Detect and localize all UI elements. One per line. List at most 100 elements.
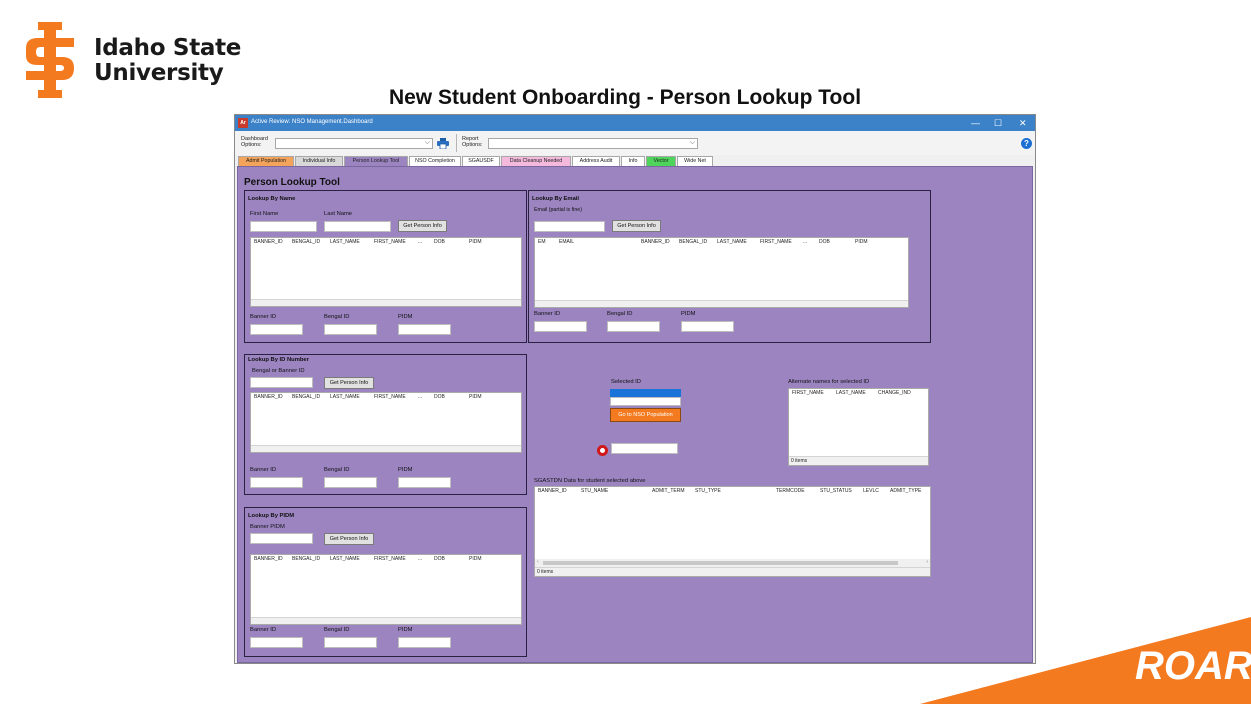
window-title: Active Review: NSO Management.Dashboard bbox=[251, 119, 373, 125]
report-options-select[interactable]: ⌵ bbox=[488, 138, 698, 149]
close-button[interactable]: ✕ bbox=[1019, 117, 1027, 129]
banner-id-label: Banner ID bbox=[250, 627, 277, 633]
help-icon[interactable]: ? bbox=[1021, 138, 1032, 149]
column-header: BENGAL_ID bbox=[292, 556, 321, 562]
tab-wide-net[interactable]: Wide Net bbox=[677, 156, 713, 166]
pidm-label: PIDM bbox=[681, 311, 696, 317]
toolbar-divider bbox=[456, 134, 457, 152]
name-results-grid[interactable]: BANNER_ID BENGAL_ID LAST_NAME FIRST_NAME… bbox=[250, 237, 522, 307]
column-header: LAST_NAME bbox=[836, 390, 866, 396]
grid-header: BANNER_ID STU_NAME ADMIT_TERM STU_TYPE T… bbox=[535, 487, 930, 495]
column-header: DOB bbox=[819, 239, 830, 245]
panel-title: Lookup By Email bbox=[532, 196, 580, 202]
tab-admit-population[interactable]: Admit Population bbox=[238, 156, 294, 166]
pidm-label: PIDM bbox=[398, 467, 413, 473]
first-name-label: First Name bbox=[250, 211, 279, 217]
pidm-input[interactable] bbox=[250, 533, 313, 544]
tab-address-audit[interactable]: Address Audit bbox=[572, 156, 620, 166]
column-header: PIDM bbox=[469, 394, 482, 400]
column-header: ADMIT_TYPE bbox=[890, 488, 922, 494]
get-person-info-button[interactable]: Get Person Info bbox=[324, 533, 374, 545]
grid-header: BANNER_ID BENGAL_ID LAST_NAME FIRST_NAME… bbox=[251, 555, 521, 563]
printer-icon[interactable] bbox=[437, 138, 449, 149]
column-header: FIRST_NAME bbox=[374, 239, 406, 245]
horizontal-scrollbar[interactable]: ‹ › bbox=[535, 559, 930, 567]
tab-info[interactable]: Info bbox=[621, 156, 645, 166]
isu-logo: Idaho State University bbox=[24, 22, 254, 98]
email-results-grid[interactable]: EM EMAIL BANNER_ID BENGAL_ID LAST_NAME F… bbox=[534, 237, 909, 308]
report-options-label: Report Options: bbox=[462, 136, 483, 148]
tab-nso-completion[interactable]: NSO Completion bbox=[409, 156, 461, 166]
pidm-field[interactable] bbox=[398, 324, 451, 335]
last-name-input[interactable] bbox=[324, 221, 391, 232]
column-header: BANNER_ID bbox=[254, 394, 283, 400]
id-input[interactable] bbox=[250, 377, 313, 388]
get-person-info-button[interactable]: Get Person Info bbox=[612, 220, 661, 232]
tab-individual-info[interactable]: Individual Info bbox=[295, 156, 343, 166]
go-to-nso-population-button[interactable]: Go to NSO Population bbox=[610, 408, 681, 422]
banner-id-field[interactable] bbox=[250, 637, 303, 648]
banner-id-field[interactable] bbox=[250, 324, 303, 335]
tab-vector[interactable]: Vector bbox=[646, 156, 676, 166]
grid-footer bbox=[251, 299, 521, 306]
id-results-grid[interactable]: BANNER_ID BENGAL_ID LAST_NAME FIRST_NAME… bbox=[250, 392, 522, 453]
pidm-results-grid[interactable]: BANNER_ID BENGAL_ID LAST_NAME FIRST_NAME… bbox=[250, 554, 522, 625]
scrollbar-thumb[interactable] bbox=[543, 561, 898, 565]
bengal-id-field[interactable] bbox=[324, 324, 377, 335]
pidm-field[interactable] bbox=[398, 637, 451, 648]
selected-id-label: Selected ID bbox=[611, 379, 641, 385]
bengal-id-field[interactable] bbox=[324, 637, 377, 648]
last-name-label: Last Name bbox=[324, 211, 353, 217]
first-name-input[interactable] bbox=[250, 221, 317, 232]
minimize-button[interactable]: — bbox=[971, 117, 980, 129]
column-header: BENGAL_ID bbox=[292, 239, 321, 245]
bengal-id-field[interactable] bbox=[607, 321, 660, 332]
dashboard-options-label: Dashboard Options: bbox=[241, 136, 268, 148]
scroll-right-icon[interactable]: › bbox=[926, 559, 928, 565]
get-person-info-button[interactable]: Get Person Info bbox=[324, 377, 374, 389]
email-input[interactable] bbox=[534, 221, 605, 232]
column-header: LAST_NAME bbox=[717, 239, 747, 245]
alternate-names-grid[interactable]: FIRST_NAME LAST_NAME CHANGE_IND 0 items bbox=[788, 388, 929, 466]
lookup-by-pidm-panel: Lookup By PIDM Banner PIDM Get Person In… bbox=[244, 507, 527, 657]
get-person-info-button[interactable]: Get Person Info bbox=[398, 220, 447, 232]
window-titlebar: Ar Active Review: NSO Management.Dashboa… bbox=[235, 115, 1035, 131]
dashboard-options-select[interactable]: ⌵ bbox=[275, 138, 433, 149]
column-header: PIDM bbox=[469, 556, 482, 562]
banner-id-label: Banner ID bbox=[534, 311, 561, 317]
column-header: FIRST_NAME bbox=[374, 556, 406, 562]
tab-data-cleanup-needed[interactable]: Data Cleanup Needed bbox=[501, 156, 571, 166]
banner-id-field[interactable] bbox=[250, 477, 303, 488]
lookup-by-email-panel: Lookup By Email Email (partial is fine) … bbox=[528, 190, 931, 343]
column-header: PIDM bbox=[469, 239, 482, 245]
bengal-id-label: Bengal ID bbox=[607, 311, 633, 317]
banner-id-field[interactable] bbox=[534, 321, 587, 332]
status-field[interactable] bbox=[611, 443, 678, 454]
grid-footer bbox=[251, 445, 521, 452]
status-indicator-icon bbox=[597, 445, 608, 456]
column-header: BENGAL_ID bbox=[292, 394, 321, 400]
scroll-left-icon[interactable]: ‹ bbox=[537, 559, 539, 565]
panel-title: Lookup By PIDM bbox=[248, 513, 295, 519]
column-header: BANNER_ID bbox=[641, 239, 670, 245]
column-header: BANNER_ID bbox=[538, 488, 567, 494]
sgastdn-grid[interactable]: BANNER_ID STU_NAME ADMIT_TERM STU_TYPE T… bbox=[534, 486, 931, 577]
column-header: FIRST_NAME bbox=[760, 239, 792, 245]
logo-line-1: Idaho State bbox=[94, 35, 242, 61]
roar-text: ROAR bbox=[1135, 644, 1251, 688]
lookup-by-id-panel: Lookup By ID Number Bengal or Banner ID … bbox=[244, 354, 527, 495]
logo-line-2: University bbox=[94, 60, 224, 86]
bengal-id-field[interactable] bbox=[324, 477, 377, 488]
selected-id-field[interactable] bbox=[610, 397, 681, 406]
tab-person-lookup-tool[interactable]: Person Lookup Tool bbox=[344, 156, 408, 166]
banner-pidm-label: Banner PIDM bbox=[250, 524, 285, 530]
app-window: Ar Active Review: NSO Management.Dashboa… bbox=[234, 114, 1036, 664]
maximize-button[interactable]: ☐ bbox=[994, 117, 1002, 129]
grid-footer: 0 items bbox=[535, 567, 930, 576]
alternate-item-count: 0 items bbox=[791, 458, 808, 464]
column-header: LAST_NAME bbox=[330, 556, 360, 562]
bengal-id-label: Bengal ID bbox=[324, 627, 350, 633]
pidm-field[interactable] bbox=[398, 477, 451, 488]
pidm-field[interactable] bbox=[681, 321, 734, 332]
tab-sgausdf[interactable]: SGAUSDF bbox=[462, 156, 500, 166]
